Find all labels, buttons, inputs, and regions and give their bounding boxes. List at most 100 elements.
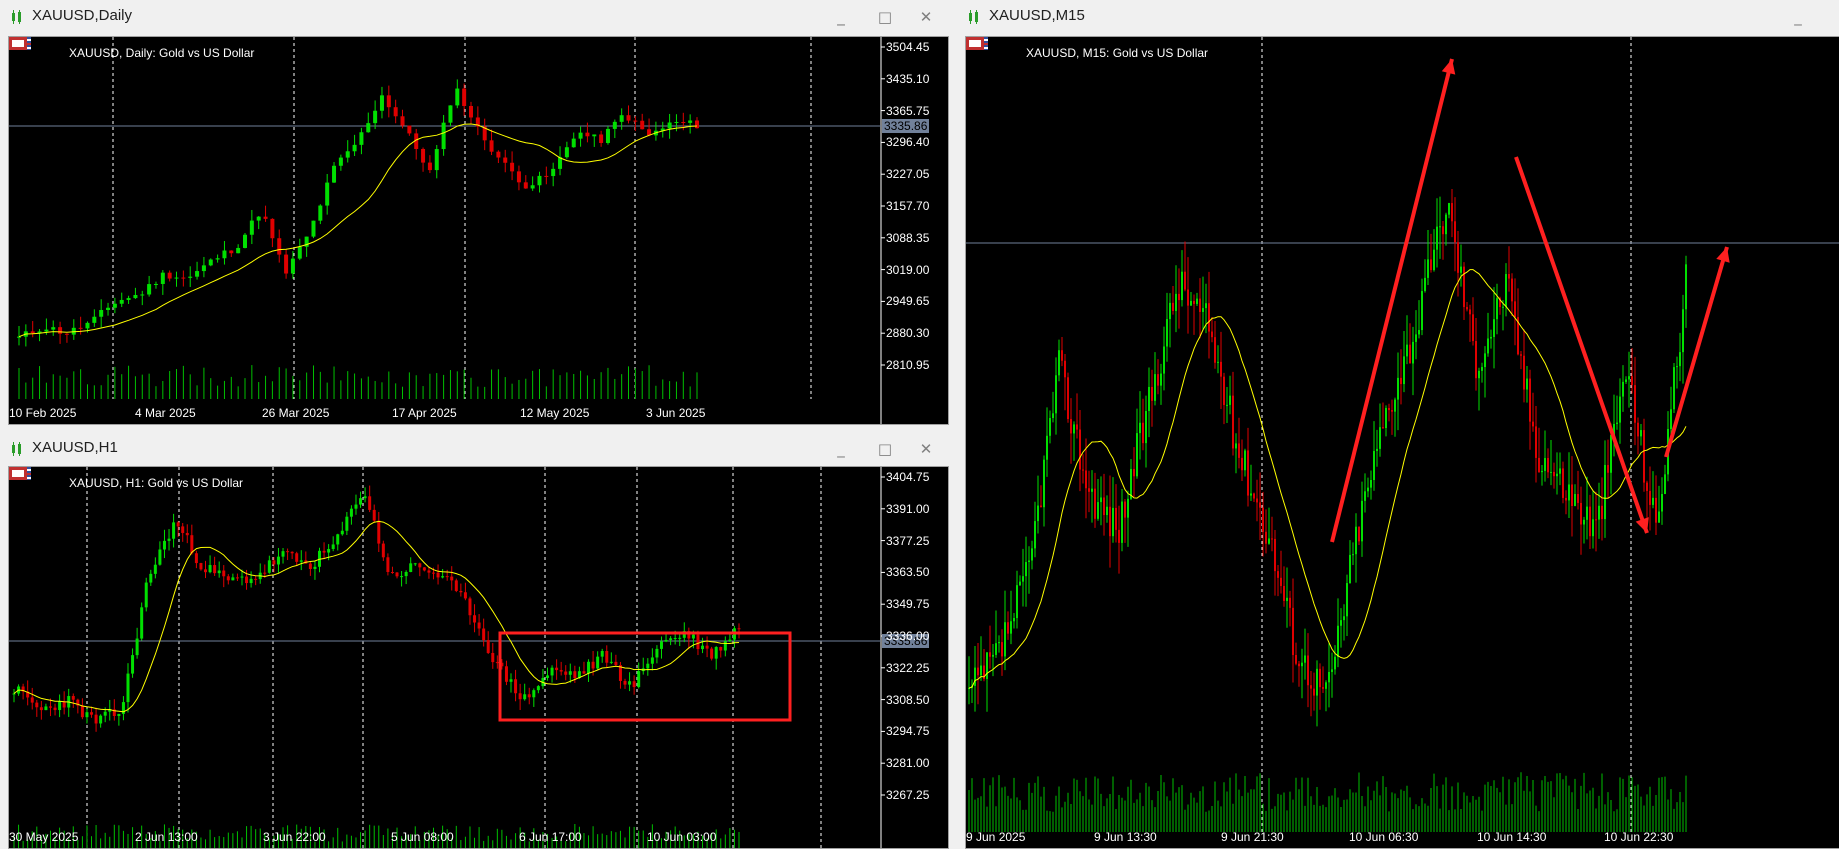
candle-body [276,556,280,565]
candle-body [1139,422,1141,434]
candle-body [422,567,426,571]
chart-h1[interactable]: XAUUSD, H1: Gold vs US Dollar 3335.86 34… [8,466,949,849]
candle-body [1538,457,1540,473]
candle-body [1253,493,1255,499]
candle-body [1226,404,1228,406]
candle-body [1169,302,1171,320]
candle-body [1433,249,1435,271]
candle-body [1163,346,1165,374]
candle-body [1208,303,1210,332]
time-tick: 9 Jun 13:30 [1094,830,1157,844]
candle-body [1436,226,1438,250]
candle-body [1040,505,1042,508]
candle-body [1334,656,1336,670]
candle-body [1514,301,1516,318]
candle-body [532,690,536,698]
candle-body [1682,309,1684,353]
price-tick: 3227.05 [886,167,930,182]
candle-body [176,522,180,527]
candle-body [30,697,34,703]
candle-body [523,182,528,189]
close-button[interactable]: ✕ [915,438,937,460]
candle-body [1565,497,1567,501]
close-button[interactable]: ✕ [915,6,937,28]
candle-body [705,645,709,649]
candle-body [1067,377,1069,420]
chart-daily[interactable]: XAUUSD, Daily: Gold vs US Dollar 3335.86… [8,36,949,425]
candle-body [1526,378,1528,390]
candle-body [71,696,75,700]
candle-body [199,563,203,570]
candle-body [1058,350,1060,376]
minimize-button[interactable]: _ [1787,6,1809,28]
candle-body [1007,622,1009,634]
titlebar-h1[interactable]: XAUUSD,H1 _ □ ✕ [0,432,955,466]
chart-m15[interactable]: XAUUSD, M15: Gold vs US Dollar 9 Jun 202… [965,36,1839,849]
candle-body [640,120,645,130]
candle-body [1124,501,1126,518]
candle-body [1418,330,1420,335]
candle-body [1451,203,1453,222]
candle-body [377,520,381,544]
candle-body [1049,417,1051,436]
candle-body [510,162,515,172]
candle-body [345,516,349,531]
candle-body [450,576,454,581]
candle-body [340,530,344,535]
candle-body [1175,293,1177,311]
candle-body [1274,538,1276,572]
candle-body [463,592,467,599]
maximize-button[interactable]: □ [874,438,896,460]
minimize-button[interactable]: _ [830,6,852,28]
candle-body [573,671,577,679]
candle-body [195,271,200,277]
candle-body [1550,471,1552,473]
candle-body [1562,468,1564,498]
candle-body [1286,597,1288,601]
candle-body [85,322,90,329]
candle-body [1331,669,1333,672]
candle-body [267,560,271,573]
candle-body [696,634,700,650]
candle-body [523,694,527,700]
price-tick: 3157.70 [886,199,930,213]
highlight-range-box [498,631,792,722]
candle-body [281,551,285,557]
candle-body [1577,494,1579,503]
candle-body [1031,548,1033,561]
maximize-button[interactable]: □ [874,6,896,28]
candle-body [1148,386,1150,412]
window-title: XAUUSD,Daily [32,7,133,24]
candle-body [427,570,431,573]
candle-body [1085,470,1087,489]
price-tick: 3377.25 [886,533,930,548]
candle-body [585,132,590,137]
candle-body [185,532,189,536]
time-tick: 10 Feb 2025 [9,406,77,420]
candle-body [1604,464,1606,520]
candle-body [728,639,732,642]
titlebar-m15[interactable]: XAUUSD,M15 _ [957,0,1839,34]
candle-body [1625,379,1627,382]
candle-body [1145,411,1147,444]
candle-body [1580,502,1582,525]
candle-body [1679,352,1681,367]
price-tick: 3404.75 [886,470,930,484]
candle-body [1229,395,1231,405]
candle-body [332,165,337,183]
candle-body [1508,274,1510,279]
candle-body [236,247,241,254]
candle-body [181,277,186,279]
candle-body [1004,622,1006,657]
arrow-up-annotation [1664,246,1729,458]
titlebar-daily[interactable]: XAUUSD,Daily _ [0,0,845,34]
candle-body [215,258,220,260]
candle-body [160,272,165,284]
minimize-button[interactable]: _ [830,438,852,460]
candle-body [1352,554,1354,556]
candle-body [650,657,654,664]
candle-body [587,661,591,674]
candle-body [270,218,275,239]
candle-body [1154,374,1156,401]
candle-body [243,234,247,248]
